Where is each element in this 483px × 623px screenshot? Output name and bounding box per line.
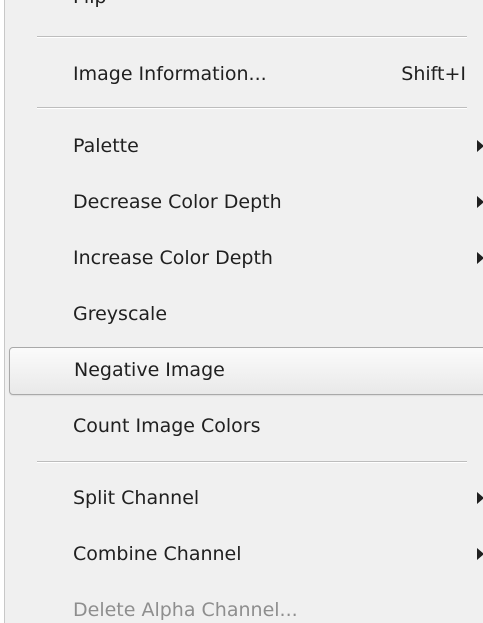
menu-separator [37,107,467,109]
menu-item-split-channel[interactable]: Split Channel [5,475,483,521]
menu-item-palette[interactable]: Palette [5,123,483,169]
menu-item-image-information[interactable]: Image Information... Shift+I [5,51,483,97]
menu-item-increase-color-depth[interactable]: Increase Color Depth [5,235,483,281]
menu-item-greyscale[interactable]: Greyscale [5,291,483,337]
menu-item-delete-alpha-channel: Delete Alpha Channel... [5,587,483,623]
submenu-arrow-icon [477,492,483,504]
menu-item-decrease-color-depth[interactable]: Decrease Color Depth [5,179,483,225]
menu-item-label: Negative Image [74,359,225,381]
submenu-arrow-icon [477,252,483,264]
menu-item-label: Palette [73,135,139,157]
menu-item-shortcut: Shift+I [401,63,466,85]
submenu-arrow-icon [477,140,483,152]
menu-item-label: Split Channel [73,487,200,509]
submenu-arrow-icon [477,196,483,208]
menu-item-negative-image[interactable]: Negative Image [9,347,483,395]
menu-item-label: Greyscale [73,303,168,325]
submenu-arrow-icon [477,548,483,560]
menu-item-count-image-colors[interactable]: Count Image Colors [5,403,483,449]
menu-item-flip-partial[interactable]: Flip [73,0,107,8]
menu-item-label: Decrease Color Depth [73,191,282,213]
menu-item-label: Delete Alpha Channel... [73,599,298,621]
menu-item-label: Image Information... [73,63,267,85]
menu-item-label: Combine Channel [73,543,242,565]
menu-separator [37,36,467,38]
menu-item-label: Count Image Colors [73,415,261,437]
menu-item-label: Increase Color Depth [73,247,273,269]
context-menu: Flip Image Information... Shift+I Palett… [4,0,483,623]
menu-item-combine-channel[interactable]: Combine Channel [5,531,483,577]
menu-separator [37,461,467,463]
